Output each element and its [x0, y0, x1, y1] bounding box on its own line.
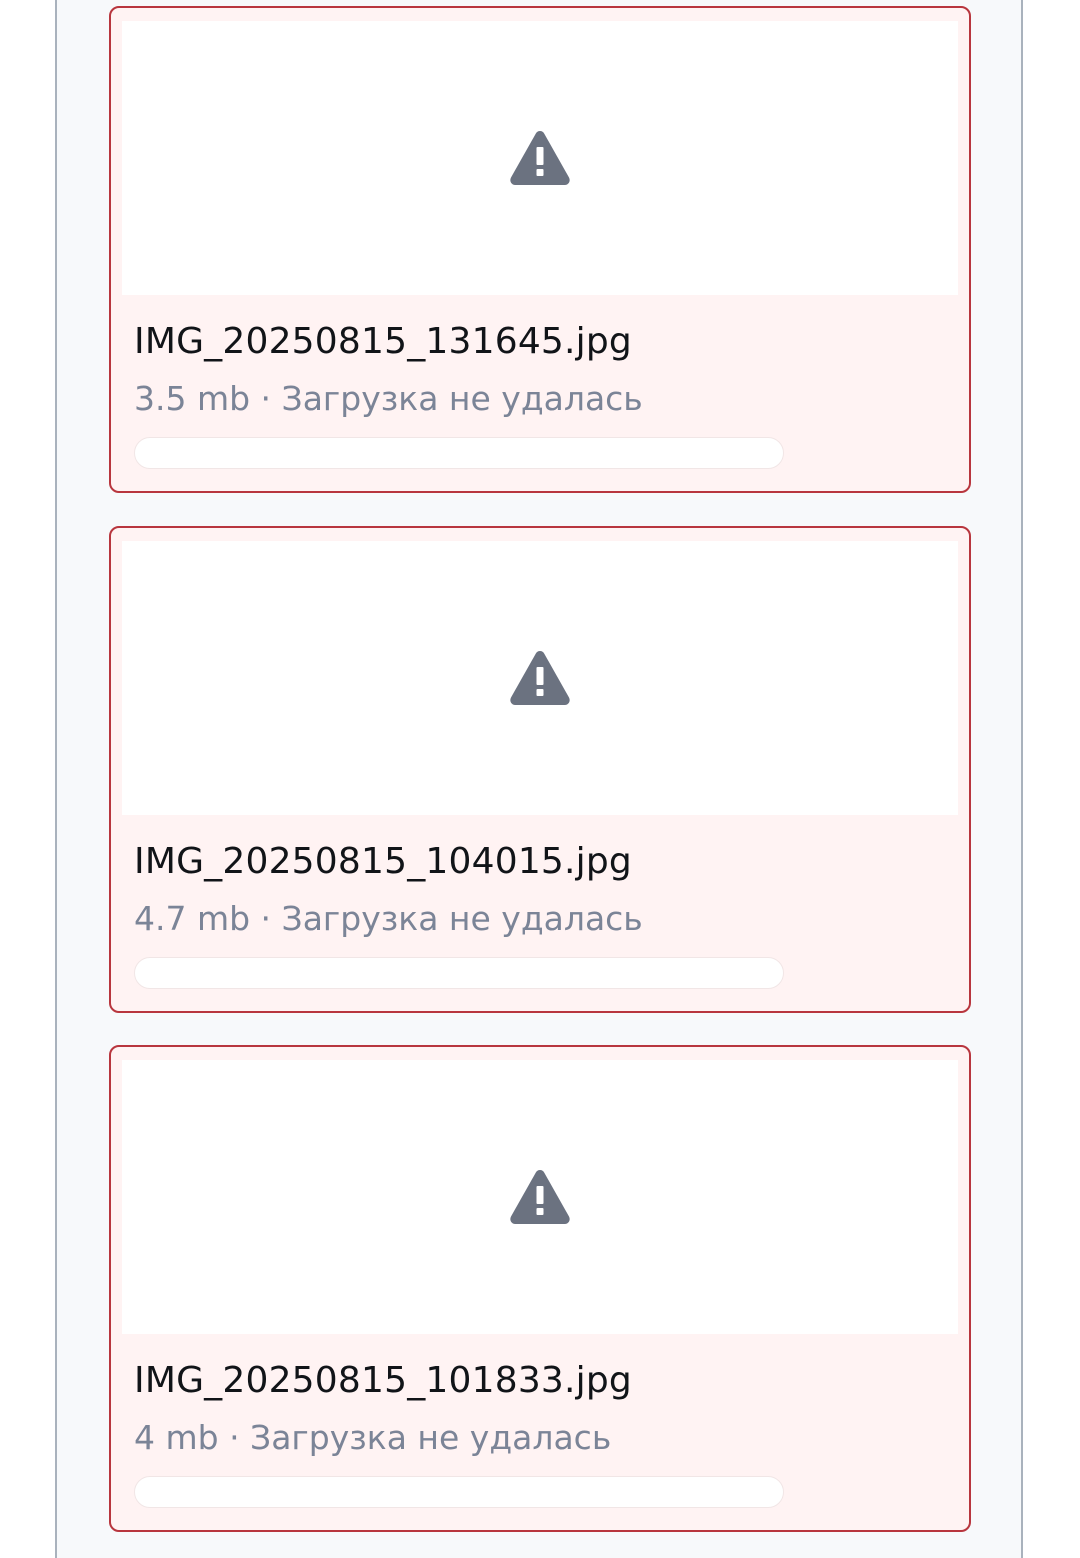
upload-card[interactable]: IMG_20250815_101833.jpg 4 mb · Загрузка …	[109, 1045, 971, 1532]
file-name: IMG_20250815_101833.jpg	[134, 1360, 632, 1401]
file-meta: 4 mb · Загрузка не удалась	[134, 1418, 612, 1457]
upload-card[interactable]: IMG_20250815_104015.jpg 4.7 mb · Загрузк…	[109, 526, 971, 1013]
file-meta: 3.5 mb · Загрузка не удалась	[134, 379, 643, 418]
warning-icon	[510, 131, 570, 185]
warning-icon	[510, 651, 570, 705]
warning-icon	[510, 1170, 570, 1224]
image-preview	[122, 1060, 958, 1334]
upload-progress-bar	[134, 437, 784, 469]
image-preview	[122, 21, 958, 295]
file-name: IMG_20250815_131645.jpg	[134, 321, 632, 362]
file-name: IMG_20250815_104015.jpg	[134, 841, 632, 882]
upload-progress-bar	[134, 1476, 784, 1508]
file-meta: 4.7 mb · Загрузка не удалась	[134, 899, 643, 938]
upload-progress-bar	[134, 957, 784, 989]
upload-card[interactable]: IMG_20250815_131645.jpg 3.5 mb · Загрузк…	[109, 6, 971, 493]
image-preview	[122, 541, 958, 815]
